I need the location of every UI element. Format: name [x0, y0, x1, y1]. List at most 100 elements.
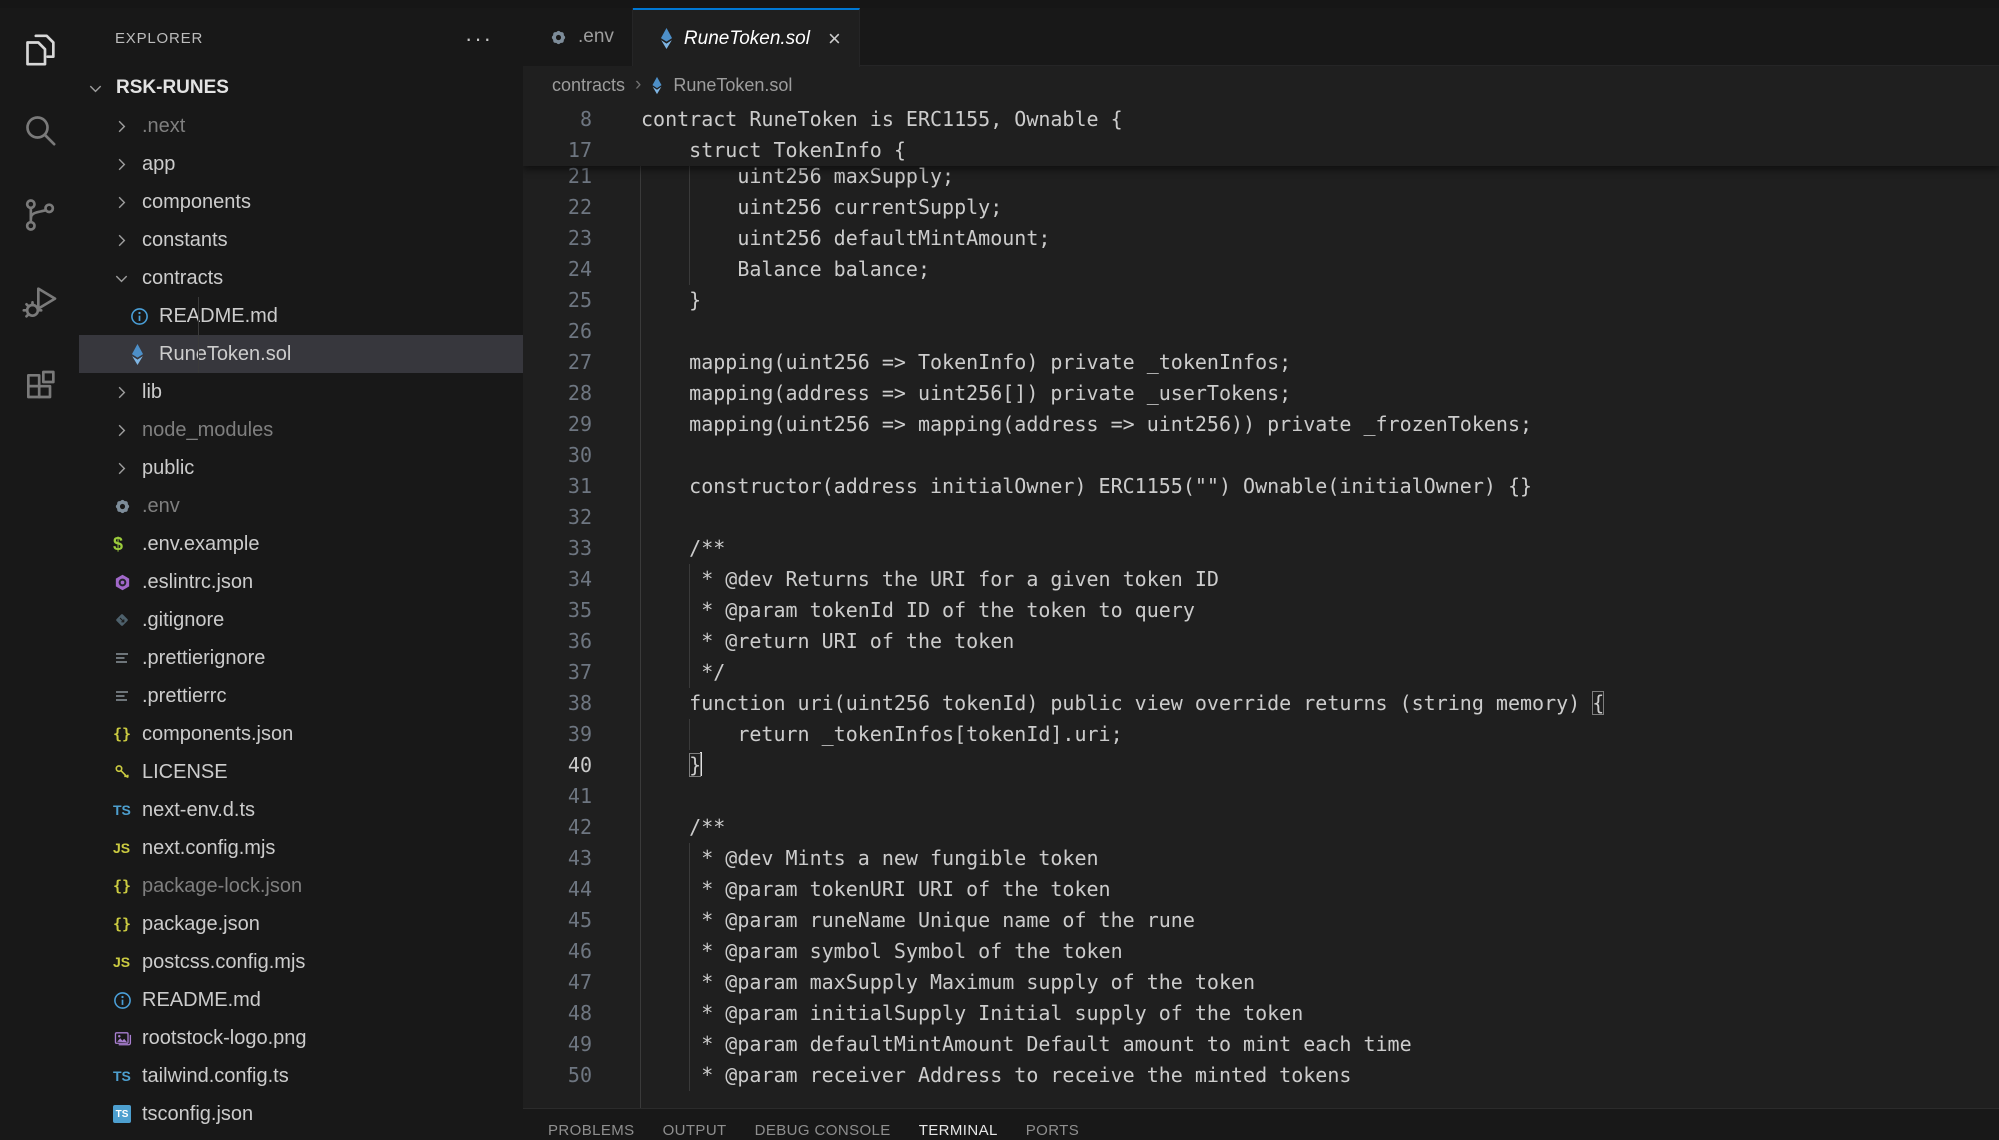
code-editor[interactable]: 21 uint256 maxSupply;22 uint256 currentS…: [523, 104, 1999, 1108]
code-line-29[interactable]: 29 mapping(uint256 => mapping(address =>…: [523, 409, 1999, 440]
file-tree: RSK-RUNES.nextappcomponentsconstantscont…: [79, 69, 523, 1133]
panel-tab-terminal[interactable]: TERMINAL: [905, 1122, 1012, 1139]
chevron-right-icon[interactable]: [113, 460, 140, 477]
chevron-down-icon[interactable]: [87, 80, 114, 97]
line-number: 30: [523, 440, 592, 471]
tree-file-package.json[interactable]: {}package.json: [79, 905, 523, 943]
chevron-right-icon[interactable]: [113, 156, 140, 173]
activity-extensions-button[interactable]: [0, 361, 79, 417]
breadcrumb: contracts › RuneToken.sol: [523, 66, 1999, 104]
chevron-right-icon[interactable]: [113, 422, 140, 439]
code-line-34[interactable]: 34 * @dev Returns the URI for a given to…: [523, 564, 1999, 595]
panel-tab-problems[interactable]: PROBLEMS: [534, 1122, 649, 1139]
tree-file-package-lock.json[interactable]: {}package-lock.json: [79, 867, 523, 905]
breadcrumb-file[interactable]: RuneToken.sol: [673, 75, 792, 96]
code-line-24[interactable]: 24 Balance balance;: [523, 254, 1999, 285]
code-line-36[interactable]: 36 * @return URI of the token: [523, 626, 1999, 657]
code-line-33[interactable]: 33 /**: [523, 533, 1999, 564]
code-line-30[interactable]: 30: [523, 440, 1999, 471]
code-line-32[interactable]: 32: [523, 502, 1999, 533]
editor-tab-RuneToken.sol[interactable]: RuneToken.sol×: [633, 8, 860, 67]
more-actions-icon[interactable]: ···: [465, 34, 493, 44]
bracket-match-highlight: {: [1592, 691, 1604, 715]
panel-tab-ports[interactable]: PORTS: [1012, 1122, 1093, 1139]
tree-folder-node_modules[interactable]: node_modules: [79, 411, 523, 449]
tree-file-.prettierrc[interactable]: .prettierrc: [79, 677, 523, 715]
activity-source-control-button[interactable]: [0, 189, 79, 245]
panel-tab-output[interactable]: OUTPUT: [649, 1122, 741, 1139]
chevron-down-icon[interactable]: [113, 270, 140, 287]
indent-guide: [689, 843, 690, 1091]
tree-file-.env[interactable]: .env: [79, 487, 523, 525]
tree-file-RuneToken.sol[interactable]: RuneToken.sol: [79, 335, 523, 373]
close-icon[interactable]: ×: [828, 28, 841, 50]
code-line-48[interactable]: 48 * @param initialSupply Initial supply…: [523, 998, 1999, 1029]
code-line-43[interactable]: 43 * @dev Mints a new fungible token: [523, 843, 1999, 874]
code-line-44[interactable]: 44 * @param tokenURI URI of the token: [523, 874, 1999, 905]
line-number: 49: [523, 1029, 592, 1060]
code-line-49[interactable]: 49 * @param defaultMintAmount Default am…: [523, 1029, 1999, 1060]
tree-item-label: components.json: [142, 723, 293, 746]
chevron-right-icon[interactable]: [113, 384, 140, 401]
tree-file-README.md[interactable]: README.md: [79, 297, 523, 335]
sticky-line-17[interactable]: 17 struct TokenInfo {: [523, 135, 1999, 166]
code-line-37[interactable]: 37 */: [523, 657, 1999, 688]
tree-file-next-env.d.ts[interactable]: TSnext-env.d.ts: [79, 791, 523, 829]
code-text: */: [641, 657, 725, 688]
breadcrumb-folder[interactable]: contracts: [552, 75, 625, 96]
activity-run-and-debug-button[interactable]: [0, 276, 79, 332]
tree-file-next.config.mjs[interactable]: JSnext.config.mjs: [79, 829, 523, 867]
chevron-right-icon[interactable]: [113, 194, 140, 211]
tree-file-postcss.config.mjs[interactable]: JSpostcss.config.mjs: [79, 943, 523, 981]
tree-file-tsconfig.json[interactable]: TStsconfig.json: [79, 1095, 523, 1133]
code-line-46[interactable]: 46 * @param symbol Symbol of the token: [523, 936, 1999, 967]
tree-folder-.next[interactable]: .next: [79, 107, 523, 145]
sticky-line-8[interactable]: 8contract RuneToken is ERC1155, Ownable …: [523, 104, 1999, 135]
chevron-right-icon[interactable]: [113, 118, 140, 135]
tree-file-rootstock-logo.png[interactable]: rootstock-logo.png: [79, 1019, 523, 1057]
tree-folder-contracts[interactable]: contracts: [79, 259, 523, 297]
tree-folder-constants[interactable]: constants: [79, 221, 523, 259]
chevron-right-icon[interactable]: [113, 232, 140, 249]
code-line-28[interactable]: 28 mapping(address => uint256[]) private…: [523, 378, 1999, 409]
code-line-47[interactable]: 47 * @param maxSupply Maximum supply of …: [523, 967, 1999, 998]
panel-tab-debug-console[interactable]: DEBUG CONSOLE: [741, 1122, 905, 1139]
code-line-41[interactable]: 41: [523, 781, 1999, 812]
tree-item-label: .prettierignore: [142, 647, 265, 670]
tree-folder-public[interactable]: public: [79, 449, 523, 487]
code-line-42[interactable]: 42 /**: [523, 812, 1999, 843]
code-line-26[interactable]: 26: [523, 316, 1999, 347]
editor-group: .envRuneToken.sol× contracts › RuneToken…: [523, 8, 1999, 1140]
lines-icon: [113, 649, 140, 667]
tree-file-components.json[interactable]: {}components.json: [79, 715, 523, 753]
code-line-38[interactable]: 38 function uri(uint256 tokenId) public …: [523, 688, 1999, 719]
tree-folder-RSK-RUNES[interactable]: RSK-RUNES: [79, 69, 523, 107]
editor-tab-.env[interactable]: .env: [523, 8, 633, 66]
code-line-27[interactable]: 27 mapping(uint256 => TokenInfo) private…: [523, 347, 1999, 378]
code-line-25[interactable]: 25 }: [523, 285, 1999, 316]
code-line-23[interactable]: 23 uint256 defaultMintAmount;: [523, 223, 1999, 254]
tree-folder-components[interactable]: components: [79, 183, 523, 221]
js-icon: JS: [113, 840, 140, 856]
code-line-45[interactable]: 45 * @param runeName Unique name of the …: [523, 905, 1999, 936]
code-line-50[interactable]: 50 * @param receiver Address to receive …: [523, 1060, 1999, 1091]
code-line-22[interactable]: 22 uint256 currentSupply;: [523, 192, 1999, 223]
code-line-35[interactable]: 35 * @param tokenId ID of the token to q…: [523, 595, 1999, 626]
line-number: 45: [523, 905, 592, 936]
source-control-icon: [20, 195, 60, 240]
activity-explorer-button[interactable]: [0, 24, 79, 80]
tree-file-.prettierignore[interactable]: .prettierignore: [79, 639, 523, 677]
tree-file-tailwind.config.ts[interactable]: TStailwind.config.ts: [79, 1057, 523, 1095]
code-line-31[interactable]: 31 constructor(address initialOwner) ERC…: [523, 471, 1999, 502]
tree-file-.env.example[interactable]: $.env.example: [79, 525, 523, 563]
tree-file-.gitignore[interactable]: .gitignore: [79, 601, 523, 639]
code-line-39[interactable]: 39 return _tokenInfos[tokenId].uri;: [523, 719, 1999, 750]
tree-folder-app[interactable]: app: [79, 145, 523, 183]
tree-folder-lib[interactable]: lib: [79, 373, 523, 411]
tree-file-README.md[interactable]: README.md: [79, 981, 523, 1019]
tab-label: .env: [578, 26, 614, 48]
activity-search-button[interactable]: [0, 104, 79, 160]
tree-file-LICENSE[interactable]: LICENSE: [79, 753, 523, 791]
code-line-40[interactable]: 40 }: [523, 750, 1999, 781]
tree-file-.eslintrc.json[interactable]: .eslintrc.json: [79, 563, 523, 601]
